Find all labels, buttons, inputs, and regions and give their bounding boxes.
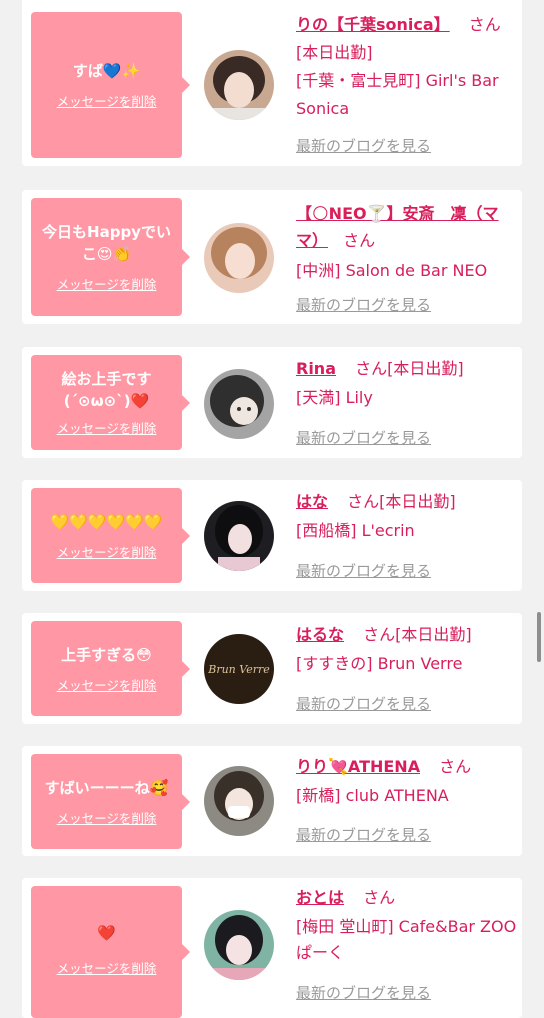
avatar[interactable]: Brun Verre (204, 634, 274, 704)
sender-info: 【🌕NEO🍸】安斎 凜（ママ） さん [中洲] Salon de Bar NEO (296, 200, 518, 284)
message-text: すば💙✨ (72, 62, 141, 80)
sender-name-link[interactable]: りの【千葉sonica】 (296, 15, 450, 34)
sender-name-link[interactable]: 【🌕NEO🍸】安斎 凜（ママ） (296, 204, 499, 250)
message-text: ❤️ (97, 924, 116, 942)
delete-message-link[interactable]: メッセージを削除 (57, 808, 157, 827)
avatar-photo-icon (204, 369, 274, 439)
avatar[interactable] (204, 766, 274, 836)
delete-message-link[interactable]: メッセージを削除 (57, 274, 157, 293)
honorific: さん (468, 15, 501, 34)
message-text: 上手すぎる😳 (61, 645, 152, 664)
name-line: はな さん[本日出勤] (296, 490, 518, 514)
honorific: さん (343, 231, 376, 250)
latest-blog-link[interactable]: 最新のブログを見る (296, 693, 431, 714)
message-card: 絵お上手です (´⊙ω⊙`)❤️ メッセージを削除 Rina さん[本日出勤] … (22, 347, 522, 458)
honorific: さん (363, 625, 396, 644)
shop-info: [中洲] Salon de Bar NEO (296, 261, 488, 280)
message-text: 今日もHappyでいこ😍👏 (42, 223, 171, 263)
avatar-photo-icon (204, 223, 274, 293)
avatar[interactable] (204, 223, 274, 293)
shop-info: [新橋] club ATHENA (296, 786, 449, 805)
message-text: 💛💛💛💛💛💛 (50, 512, 163, 531)
shop-info: [本日出勤] [千葉・富士見町] Girl's Bar Sonica (296, 43, 499, 118)
work-status: [本日出勤] (395, 625, 472, 644)
avatar[interactable] (204, 501, 274, 571)
work-status: [本日出勤] (379, 492, 456, 511)
message-card: 今日もHappyでいこ😍👏 メッセージを削除 【🌕NEO🍸】安斎 凜（ママ） さ… (22, 190, 522, 324)
honorific: さん (363, 888, 396, 907)
sender-info: りの【千葉sonica】 さん [本日出勤] [千葉・富士見町] Girl's … (296, 13, 518, 123)
work-status: [本日出勤] (387, 359, 464, 378)
avatar-photo-icon (204, 910, 274, 980)
name-line: 【🌕NEO🍸】安斎 凜（ママ） さん (296, 200, 518, 254)
sender-info: Rina さん[本日出勤] [天満] Lily (296, 357, 518, 411)
latest-blog-link[interactable]: 最新のブログを見る (296, 427, 431, 448)
name-line: Rina さん[本日出勤] (296, 357, 518, 381)
honorific: さん (347, 492, 380, 511)
message-text: 絵お上手です (´⊙ω⊙`)❤️ (61, 370, 152, 410)
avatar-photo-icon (204, 50, 274, 120)
shop-info: [天満] Lily (296, 388, 373, 407)
name-line: りり💘ATHENA さん (296, 755, 518, 779)
avatar-logo-text: Brun Verre (208, 662, 270, 676)
message-bubble: すば💙✨ メッセージを削除 (31, 12, 190, 158)
delete-message-link[interactable]: メッセージを削除 (57, 542, 157, 561)
sender-info: りり💘ATHENA さん [新橋] club ATHENA (296, 755, 518, 809)
message-bubble: すばいーーーね🥰 メッセージを削除 (31, 754, 190, 849)
message-bubble: 今日もHappyでいこ😍👏 メッセージを削除 (31, 198, 190, 316)
message-bubble: 💛💛💛💛💛💛 メッセージを削除 (31, 488, 190, 583)
latest-blog-link[interactable]: 最新のブログを見る (296, 294, 431, 315)
delete-message-link[interactable]: メッセージを削除 (57, 675, 157, 694)
sender-name-link[interactable]: Rina (296, 359, 336, 378)
message-list: すば💙✨ メッセージを削除 りの【千葉sonica】 さん [本日出勤] [千葉… (0, 0, 544, 1018)
latest-blog-link[interactable]: 最新のブログを見る (296, 824, 431, 845)
avatar-photo-icon (204, 501, 274, 571)
avatar-photo-icon (204, 766, 274, 836)
name-line: はるな さん[本日出勤] (296, 623, 518, 647)
message-bubble: ❤️ メッセージを削除 (31, 886, 190, 1018)
message-bubble: 上手すぎる😳 メッセージを削除 (31, 621, 190, 716)
sender-name-link[interactable]: はるな (296, 625, 344, 644)
avatar[interactable] (204, 910, 274, 980)
delete-message-link[interactable]: メッセージを削除 (57, 958, 157, 977)
honorific: さん (439, 757, 472, 776)
shop-info: [梅田 堂山町] Cafe&Bar ZOOぱーく (296, 917, 517, 962)
name-line: おとは さん (296, 886, 518, 910)
message-card: ❤️ メッセージを削除 おとは さん [梅田 堂山町] Cafe&Bar ZOO… (22, 878, 522, 1018)
sender-name-link[interactable]: はな (296, 492, 328, 511)
message-bubble: 絵お上手です (´⊙ω⊙`)❤️ メッセージを削除 (31, 355, 190, 450)
shop-info: [すすきの] Brun Verre (296, 654, 463, 673)
name-line: りの【千葉sonica】 さん (296, 13, 518, 37)
latest-blog-link[interactable]: 最新のブログを見る (296, 135, 431, 156)
sender-info: おとは さん [梅田 堂山町] Cafe&Bar ZOOぱーく (296, 886, 518, 966)
message-card: 上手すぎる😳 メッセージを削除 Brun Verre はるな さん[本日出勤] … (22, 613, 522, 724)
avatar[interactable] (204, 369, 274, 439)
sender-info: はるな さん[本日出勤] [すすきの] Brun Verre (296, 623, 518, 677)
shop-info: [西船橋] L'ecrin (296, 521, 415, 540)
sender-name-link[interactable]: りり💘ATHENA (296, 757, 420, 776)
avatar[interactable] (204, 50, 274, 120)
honorific: さん (355, 359, 388, 378)
delete-message-link[interactable]: メッセージを削除 (57, 91, 157, 110)
message-text: すばいーーーね🥰 (44, 778, 169, 797)
delete-message-link[interactable]: メッセージを削除 (57, 418, 157, 437)
scrollbar-thumb[interactable] (537, 612, 541, 662)
message-card: すば💙✨ メッセージを削除 りの【千葉sonica】 さん [本日出勤] [千葉… (22, 0, 522, 166)
sender-name-link[interactable]: おとは (296, 888, 344, 907)
message-card: すばいーーーね🥰 メッセージを削除 りり💘ATHENA さん [新橋] club… (22, 746, 522, 856)
sender-info: はな さん[本日出勤] [西船橋] L'ecrin (296, 490, 518, 544)
message-card: 💛💛💛💛💛💛 メッセージを削除 はな さん[本日出勤] [西船橋] L'ecri… (22, 480, 522, 591)
latest-blog-link[interactable]: 最新のブログを見る (296, 560, 431, 581)
